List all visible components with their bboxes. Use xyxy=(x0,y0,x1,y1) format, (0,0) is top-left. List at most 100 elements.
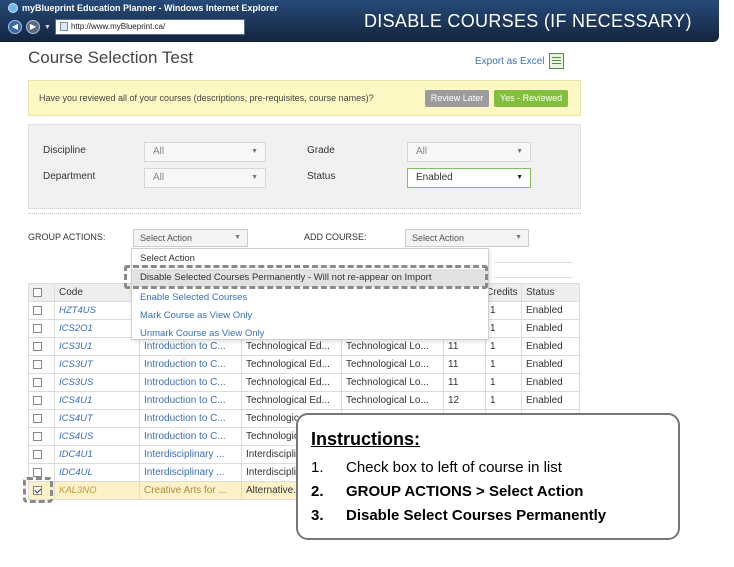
export-excel-link[interactable]: Export as Excel xyxy=(475,53,565,69)
ie-logo-icon xyxy=(8,3,18,13)
instructions-list: 1. Check box to left of course in list 2… xyxy=(311,459,678,531)
credits-header[interactable]: Credits xyxy=(485,283,522,302)
cell-select[interactable] xyxy=(28,445,55,464)
divider xyxy=(494,277,572,278)
cell-title[interactable]: Introduction to C... xyxy=(139,391,242,410)
cell-code[interactable]: HZT4US xyxy=(54,301,140,320)
cell-title[interactable]: Introduction to C... xyxy=(139,373,242,392)
yes-reviewed-button[interactable]: Yes - Reviewed xyxy=(494,90,568,107)
cell-select[interactable] xyxy=(28,337,55,356)
cell-disc: Technological Lo... xyxy=(341,355,444,374)
cell-code[interactable]: ICS4US xyxy=(54,427,140,446)
cell-select[interactable] xyxy=(28,373,55,392)
row-checkbox[interactable] xyxy=(33,323,42,333)
row-checkbox[interactable] xyxy=(33,341,42,351)
menu-item-select-action[interactable]: Select Action xyxy=(140,253,195,264)
instruction-step: 2. GROUP ACTIONS > Select Action xyxy=(311,483,678,507)
instruction-step: 3. Disable Select Courses Permanently xyxy=(311,507,678,531)
cell-status: Enabled xyxy=(521,373,580,392)
discipline-label: Discipline xyxy=(43,145,86,156)
select-all-header[interactable] xyxy=(28,283,55,302)
cell-credits: 1 xyxy=(485,337,522,356)
address-bar[interactable]: http://www.myBlueprint.ca/ xyxy=(54,19,245,35)
cell-status: Enabled xyxy=(521,391,580,410)
cell-title[interactable]: Interdisciplinary ... xyxy=(139,463,242,482)
cell-code[interactable]: ICS2O1 xyxy=(54,319,140,338)
table-row[interactable]: ICS3UT Introduction to C... Technological … xyxy=(28,355,580,374)
row-checkbox[interactable] xyxy=(33,359,42,369)
cell-title[interactable]: Introduction to C... xyxy=(139,409,242,428)
slide-title: DISABLE COURSES (IF NECESSARY) xyxy=(364,11,692,31)
history-dropdown-icon[interactable]: ▼ xyxy=(44,24,51,31)
cell-select[interactable] xyxy=(28,301,55,320)
group-actions-select[interactable]: Select Action ▼ xyxy=(133,229,248,247)
grade-select[interactable]: All ▼ xyxy=(407,142,531,162)
cell-code[interactable]: ICS4U1 xyxy=(54,391,140,410)
browser-chrome: myBlueprint Education Planner - Windows … xyxy=(0,0,719,42)
nav-bar: ◀ ▶ ▼ http://www.myBlueprint.ca/ xyxy=(8,19,245,35)
menu-item-mark-view-only[interactable]: Mark Course as View Only xyxy=(140,310,252,321)
status-select[interactable]: Enabled ▼ xyxy=(407,168,531,188)
back-arrow-icon[interactable]: ◀ xyxy=(8,20,22,34)
cell-credits: 1 xyxy=(485,301,522,320)
cell-status: Enabled xyxy=(521,319,580,338)
row-checkbox[interactable] xyxy=(33,413,42,423)
cell-grade: 11 xyxy=(443,337,486,356)
cell-code[interactable]: IDC4UL xyxy=(54,463,140,482)
department-select[interactable]: All ▼ xyxy=(144,168,266,188)
cell-code[interactable]: ICS3U1 xyxy=(54,337,140,356)
table-row[interactable]: ICS3US Introduction to C... Technological … xyxy=(28,373,580,392)
cell-select[interactable] xyxy=(28,391,55,410)
chevron-down-icon: ▼ xyxy=(251,174,258,181)
cell-code[interactable]: ICS4UT xyxy=(54,409,140,428)
cell-code[interactable]: ICS3UT xyxy=(54,355,140,374)
status-label: Status xyxy=(307,171,336,182)
menu-item-unmark-view-only[interactable]: Unmark Course as View Only xyxy=(140,328,264,339)
menu-item-enable-courses[interactable]: Enable Selected Courses xyxy=(140,292,247,303)
table-row[interactable]: ICS4U1 Introduction to C... Technological … xyxy=(28,391,580,410)
row-checkbox[interactable] xyxy=(33,395,42,405)
row-checkbox[interactable] xyxy=(33,431,42,441)
step-number: 2. xyxy=(311,483,324,500)
cell-select[interactable] xyxy=(28,427,55,446)
chevron-down-icon: ▼ xyxy=(516,174,523,181)
cell-title[interactable]: Introduction to C... xyxy=(139,427,242,446)
cell-dept: Technological Ed... xyxy=(241,337,342,356)
cell-title[interactable]: Introduction to C... xyxy=(139,337,242,356)
cell-select[interactable] xyxy=(28,355,55,374)
instructions-title: Instructions: xyxy=(311,429,421,449)
row-checkbox[interactable] xyxy=(33,377,42,387)
add-course-select[interactable]: Select Action ▼ xyxy=(405,229,529,247)
forward-arrow-icon[interactable]: ▶ xyxy=(26,20,40,34)
chevron-down-icon: ▼ xyxy=(515,234,522,241)
select-all-checkbox[interactable] xyxy=(33,287,42,297)
review-later-button[interactable]: Review Later xyxy=(425,90,489,107)
cell-select[interactable] xyxy=(28,409,55,428)
add-course-value: Select Action xyxy=(412,233,465,243)
cell-code[interactable]: ICS3US xyxy=(54,373,140,392)
cell-dept: Technological Ed... xyxy=(241,391,342,410)
status-header[interactable]: Status xyxy=(521,283,580,302)
cell-title[interactable]: Introduction to C... xyxy=(139,355,242,374)
cell-grade: 12 xyxy=(443,391,486,410)
department-value: All xyxy=(153,172,165,183)
chevron-down-icon: ▼ xyxy=(251,148,258,155)
cell-status: Enabled xyxy=(521,337,580,356)
discipline-select[interactable]: All ▼ xyxy=(144,142,266,162)
cell-select[interactable] xyxy=(28,319,55,338)
cell-title[interactable]: Creative Arts for ... xyxy=(139,481,242,500)
table-row[interactable]: ICS3U1 Introduction to C... Technological … xyxy=(28,337,580,356)
cell-credits: 1 xyxy=(485,373,522,392)
row-checkbox[interactable] xyxy=(33,467,42,477)
page-title: Course Selection Test xyxy=(28,48,194,67)
cell-dept: Technological Ed... xyxy=(241,373,342,392)
cell-code[interactable]: KAL3NO xyxy=(54,481,140,500)
row-checkbox[interactable] xyxy=(33,305,42,315)
step-text: Disable Select Courses Permanently xyxy=(346,507,607,524)
cell-disc: Technological Lo... xyxy=(341,391,444,410)
cell-title[interactable]: Interdisciplinary ... xyxy=(139,445,242,464)
review-banner: Have you reviewed all of your courses (d… xyxy=(28,80,581,116)
cell-code[interactable]: IDC4U1 xyxy=(54,445,140,464)
menu-highlight-callout xyxy=(124,265,488,289)
row-checkbox[interactable] xyxy=(33,449,42,459)
